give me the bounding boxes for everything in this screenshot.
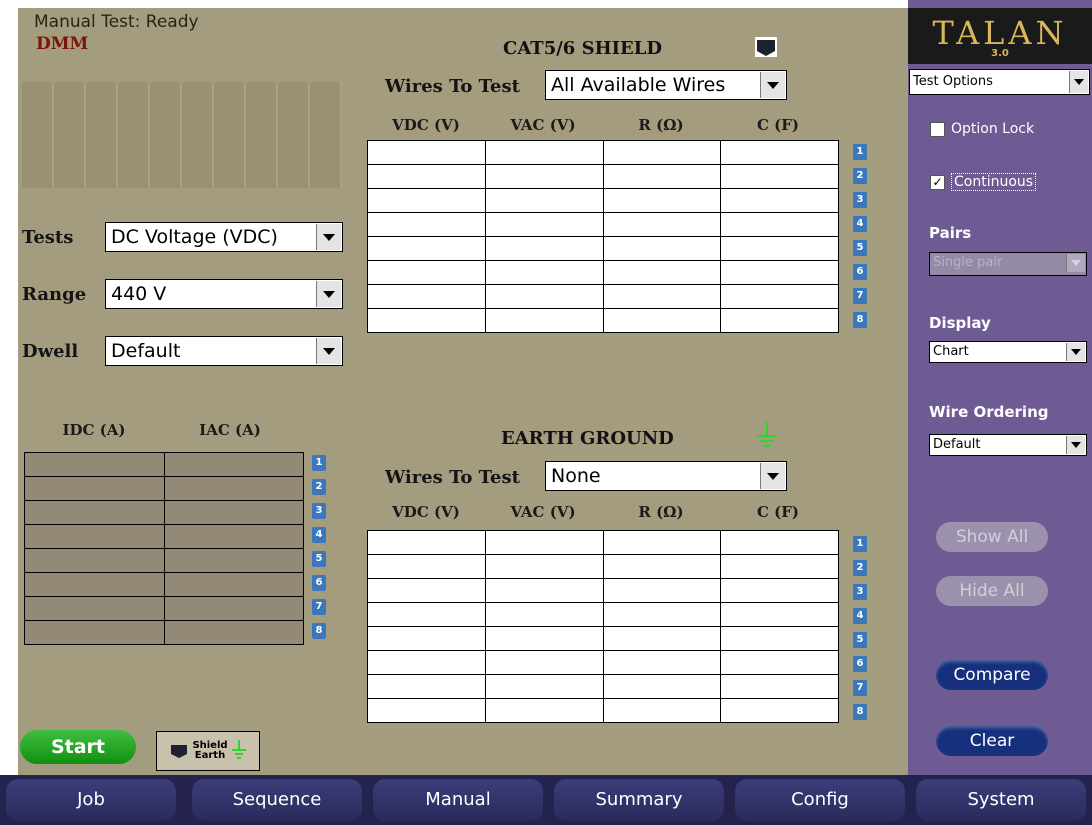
status-text: Manual Test: Ready: [34, 12, 199, 32]
row-number-badge: 3: [312, 503, 326, 519]
mode-label: DMM: [36, 34, 89, 54]
compare-button[interactable]: Compare: [936, 660, 1048, 690]
shield-title: CAT5/6 SHIELD: [503, 38, 663, 59]
chevron-down-icon[interactable]: [316, 281, 341, 307]
row-number-badge: 7: [312, 599, 326, 615]
chevron-down-icon[interactable]: [1069, 71, 1088, 93]
shield-connector-icon: [171, 745, 188, 758]
earth-wires-label: Wires To Test: [385, 467, 520, 488]
row-number-badge: 4: [312, 527, 326, 543]
chevron-down-icon[interactable]: [316, 338, 341, 364]
chevron-down-icon[interactable]: [760, 463, 785, 489]
row-number-badge: 7: [853, 288, 867, 304]
dwell-select[interactable]: Default: [105, 336, 343, 366]
chevron-down-icon[interactable]: [1066, 436, 1085, 454]
row-number-badge: 4: [853, 608, 867, 624]
row-number-badge: 6: [853, 656, 867, 672]
column-header: R (Ω): [638, 116, 684, 134]
tests-select[interactable]: DC Voltage (VDC): [105, 222, 343, 252]
column-header: VDC (V): [392, 116, 460, 134]
row-number-badge: 7: [853, 680, 867, 696]
show-all-button[interactable]: Show All: [936, 522, 1048, 552]
meter-display: [22, 82, 342, 188]
column-header: IDC (A): [62, 421, 126, 439]
column-header: R (Ω): [638, 503, 684, 521]
shield-table: [367, 140, 839, 333]
row-number-badge: 1: [853, 144, 867, 160]
dwell-value: Default: [111, 340, 181, 362]
continuous-checkbox[interactable]: ✓ Continuous: [930, 173, 1037, 191]
row-number-badge: 6: [312, 575, 326, 591]
shield-wires-select[interactable]: All Available Wires: [545, 70, 787, 100]
wire-ordering-label: Wire Ordering: [929, 403, 1049, 421]
clear-button[interactable]: Clear: [936, 726, 1048, 756]
column-header: VDC (V): [392, 503, 460, 521]
ground-icon: [231, 740, 246, 759]
column-header: IAC (A): [199, 421, 261, 439]
row-number-badge: 8: [853, 704, 867, 720]
checkbox-box[interactable]: [930, 121, 945, 137]
bottom-nav: Job Sequence Manual Summary Config Syste…: [0, 775, 1092, 825]
start-button[interactable]: Start: [20, 730, 136, 764]
earth-title: EARTH GROUND: [501, 428, 674, 449]
tab-job[interactable]: Job: [6, 779, 176, 821]
display-label: Display: [929, 314, 991, 332]
row-number-badge: 8: [312, 623, 326, 639]
tab-config[interactable]: Config: [735, 779, 905, 821]
row-number-badge: 1: [853, 536, 867, 552]
earth-wires-select[interactable]: None: [545, 461, 787, 491]
row-number-badge: 3: [853, 192, 867, 208]
range-label: Range: [22, 284, 87, 305]
tab-summary[interactable]: Summary: [554, 779, 724, 821]
row-number-badge: 5: [312, 551, 326, 567]
wire-ordering-select[interactable]: Default: [929, 434, 1087, 456]
chevron-down-icon[interactable]: [760, 72, 785, 98]
tests-label: Tests: [22, 227, 74, 248]
row-number-badge: 4: [853, 216, 867, 232]
tab-system[interactable]: System: [916, 779, 1086, 821]
row-number-badge: 5: [853, 632, 867, 648]
column-header: C (F): [756, 116, 799, 134]
earth-wires-value: None: [551, 465, 601, 487]
row-number-badge: 6: [853, 264, 867, 280]
tests-value: DC Voltage (VDC): [111, 226, 278, 248]
row-number-badge: 3: [853, 584, 867, 600]
shield-wires-label: Wires To Test: [385, 76, 520, 97]
column-header: C (F): [756, 503, 799, 521]
earth-table: [367, 530, 839, 723]
chevron-down-icon[interactable]: [1066, 343, 1085, 361]
column-header: VAC (V): [510, 503, 576, 521]
pairs-select[interactable]: Single pair: [929, 252, 1087, 276]
range-value: 440 V: [111, 283, 167, 305]
range-select[interactable]: 440 V: [105, 279, 343, 309]
shield-earth-label: Shield Earth: [192, 740, 228, 761]
hide-all-button[interactable]: Hide All: [936, 576, 1048, 606]
row-number-badge: 2: [853, 560, 867, 576]
shield-wires-value: All Available Wires: [551, 74, 726, 96]
row-number-badge: 2: [853, 168, 867, 184]
tab-manual[interactable]: Manual: [373, 779, 543, 821]
shield-connector-icon: [755, 37, 777, 57]
row-number-badge: 8: [853, 312, 867, 328]
chevron-down-icon[interactable]: [1066, 254, 1085, 272]
logo: TALAN 3.0: [908, 8, 1092, 64]
chevron-down-icon[interactable]: [316, 224, 341, 250]
row-number-badge: 5: [853, 240, 867, 256]
column-header: VAC (V): [510, 116, 576, 134]
test-options-select[interactable]: Test Options: [909, 69, 1090, 95]
sidebar: [908, 0, 1092, 775]
ground-icon: [756, 422, 778, 452]
row-number-badge: 1: [312, 455, 326, 471]
option-lock-checkbox[interactable]: Option Lock: [930, 121, 1034, 137]
current-table: [24, 452, 304, 645]
pairs-label: Pairs: [929, 224, 972, 242]
row-number-badge: 2: [312, 479, 326, 495]
tab-sequence[interactable]: Sequence: [192, 779, 362, 821]
shield-earth-button[interactable]: Shield Earth: [156, 731, 260, 771]
display-select[interactable]: Chart: [929, 341, 1087, 363]
checkbox-box[interactable]: ✓: [930, 174, 945, 190]
dwell-label: Dwell: [22, 341, 79, 362]
